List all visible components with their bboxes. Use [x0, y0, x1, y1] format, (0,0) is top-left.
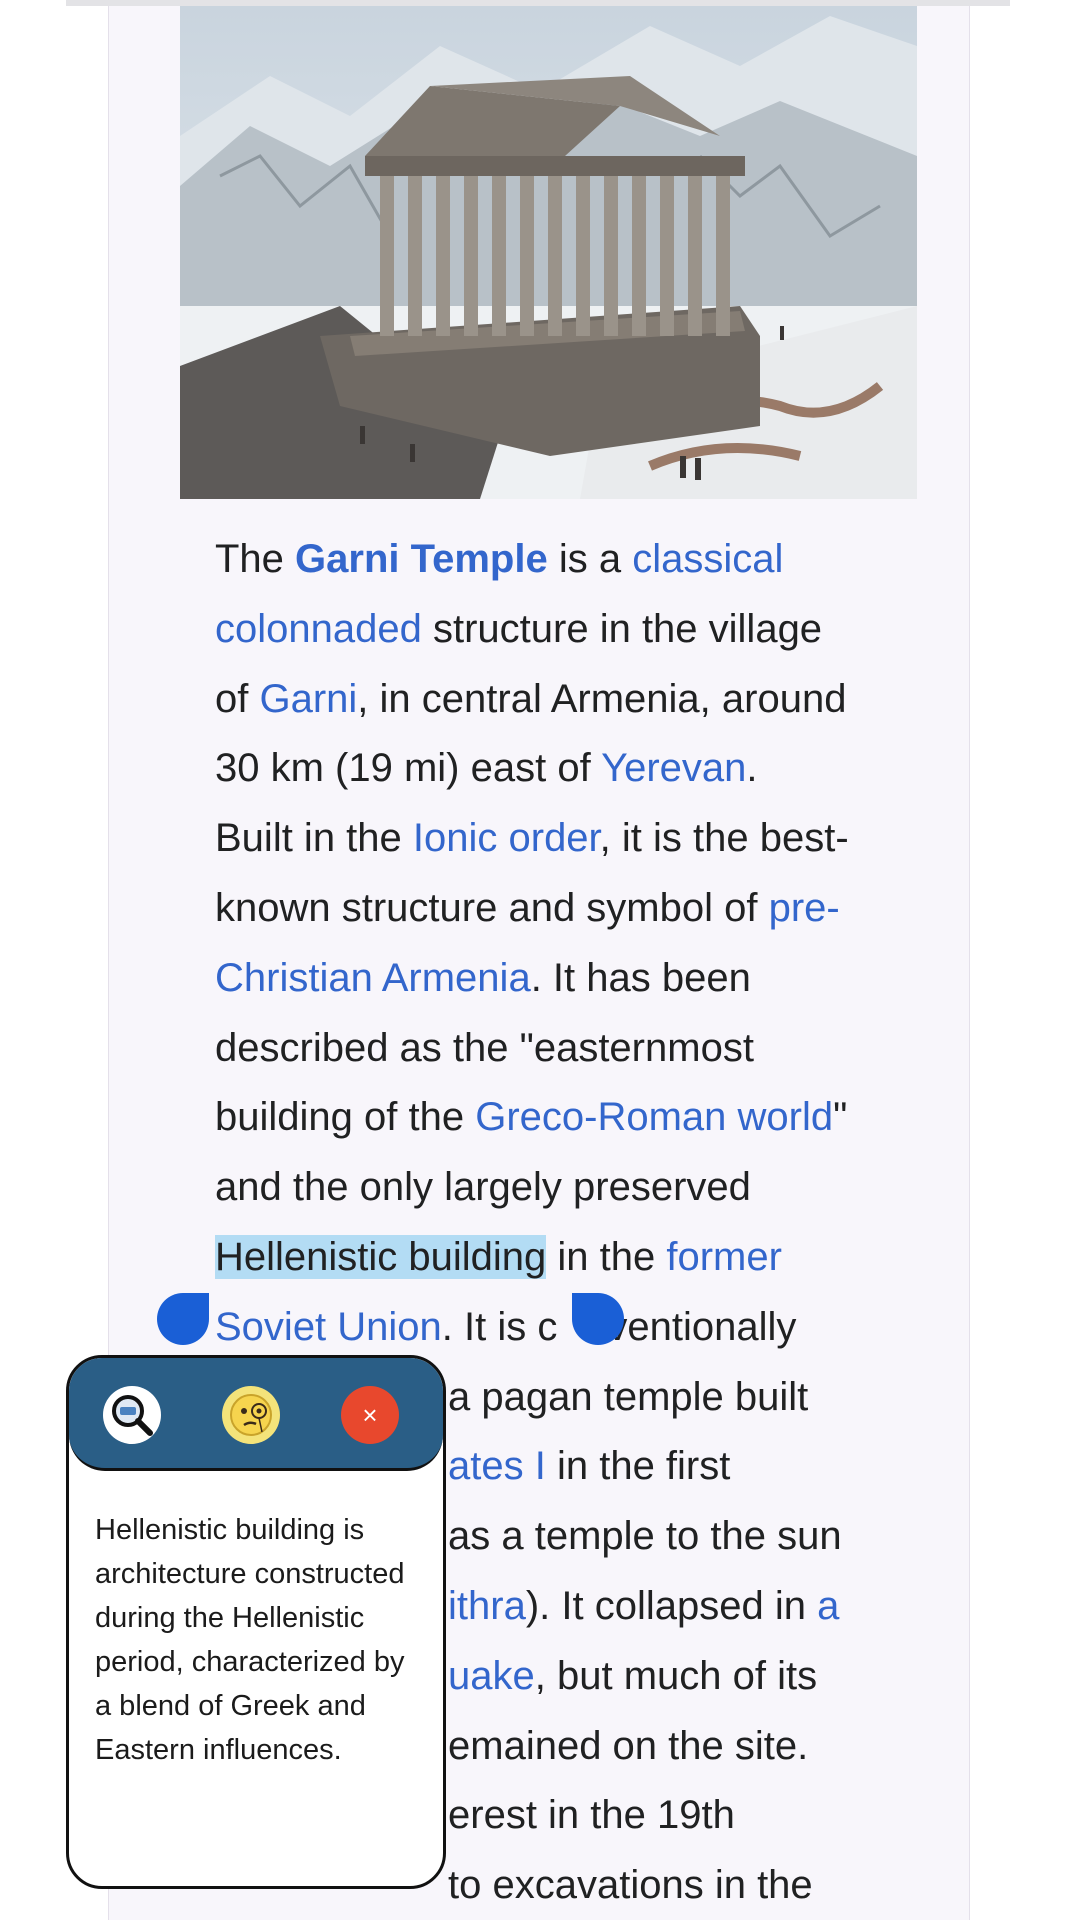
- article-text-span: Built in the: [215, 816, 413, 861]
- article-line: known structure and symbol of pre-: [215, 874, 935, 944]
- article-text-span: in the first: [545, 1444, 731, 1489]
- article-line: and the only largely preserved: [215, 1153, 935, 1223]
- article-link[interactable]: Greco-Roman world: [475, 1095, 833, 1139]
- article-text-span: ). It collapsed in: [525, 1583, 818, 1628]
- article-line: Christian Armenia. It has been: [215, 944, 935, 1014]
- close-icon[interactable]: ×: [341, 1386, 399, 1444]
- article-link[interactable]: Soviet Union: [215, 1305, 442, 1349]
- article-text-span: described as the "easternmost: [215, 1025, 754, 1070]
- selection-start-handle[interactable]: [157, 1293, 209, 1345]
- article-text-span: , in central Armenia, around: [357, 676, 847, 721]
- article-line: 30 km (19 mi) east of Yerevan.: [215, 734, 935, 804]
- garni-temple-photo[interactable]: [180, 6, 917, 499]
- article-text-span: . It has been: [530, 955, 751, 1000]
- article-link[interactable]: former: [666, 1235, 782, 1279]
- article-line: building of the Greco-Roman world": [215, 1083, 935, 1153]
- article-link[interactable]: ates I: [448, 1444, 546, 1488]
- article-text-span: ": [833, 1095, 848, 1140]
- article-link[interactable]: ithra: [448, 1584, 526, 1628]
- article-text-span: .: [746, 746, 758, 791]
- article-line: Hellenistic building in the former: [215, 1223, 935, 1293]
- article-line: described as the "easternmost: [215, 1014, 935, 1084]
- definition-text: Hellenistic building is architecture con…: [95, 1514, 405, 1766]
- article-text-span: , but much of its: [534, 1653, 818, 1698]
- article-text-span: erest in the 19th: [448, 1793, 735, 1838]
- article-link[interactable]: pre-: [769, 886, 840, 930]
- article-text-span: structure in the village: [421, 606, 823, 651]
- article-line: Built in the Ionic order, it is the best…: [215, 804, 935, 874]
- article-text-span: , it is the best-: [599, 816, 849, 861]
- selected-text[interactable]: Hellenistic building: [215, 1234, 547, 1279]
- article-text-span: emained on the site.: [448, 1723, 809, 1768]
- definition-popup: × Hellenistic building is architecture c…: [66, 1355, 446, 1889]
- article-text-span: as a temple to the sun: [448, 1514, 842, 1559]
- monocle-face-icon[interactable]: [222, 1386, 280, 1444]
- article-text-span: and the only largely preserved: [215, 1165, 751, 1210]
- article-link[interactable]: Yerevan: [601, 746, 746, 790]
- article-link[interactable]: Christian Armenia: [215, 956, 531, 1000]
- article-text-span: of: [215, 676, 260, 721]
- article-text-span: . It is c: [441, 1304, 558, 1349]
- magnifier-icon[interactable]: [103, 1386, 161, 1444]
- article-link[interactable]: Ionic order: [413, 816, 600, 860]
- article-link[interactable]: Garni Temple: [295, 537, 548, 581]
- article-line: of Garni, in central Armenia, around: [215, 665, 935, 735]
- article-line: colonnaded structure in the village: [215, 595, 935, 665]
- article-link[interactable]: colonnaded: [215, 607, 422, 651]
- article-text-span: building of the: [215, 1095, 476, 1140]
- popup-toolbar: ×: [69, 1358, 443, 1471]
- article-text-span: 30 km (19 mi) east of: [215, 746, 602, 791]
- article-line: The Garni Temple is a classical: [215, 525, 935, 595]
- article-text-span: in the: [546, 1234, 667, 1279]
- article-text-span: is a: [547, 537, 633, 581]
- article-link[interactable]: Garni: [259, 677, 357, 721]
- article-text-span: to excavations in the: [448, 1863, 813, 1908]
- article-link[interactable]: a: [817, 1584, 839, 1628]
- article-text-span: ventionally: [607, 1304, 797, 1349]
- article-text-span: known structure and symbol of: [215, 885, 769, 930]
- article-text-span: The: [215, 537, 296, 581]
- article-link[interactable]: uake: [448, 1654, 535, 1698]
- article-text-span: a pagan temple built: [448, 1374, 809, 1419]
- selection-end-handle[interactable]: [572, 1293, 624, 1345]
- article-link[interactable]: classical: [632, 537, 783, 581]
